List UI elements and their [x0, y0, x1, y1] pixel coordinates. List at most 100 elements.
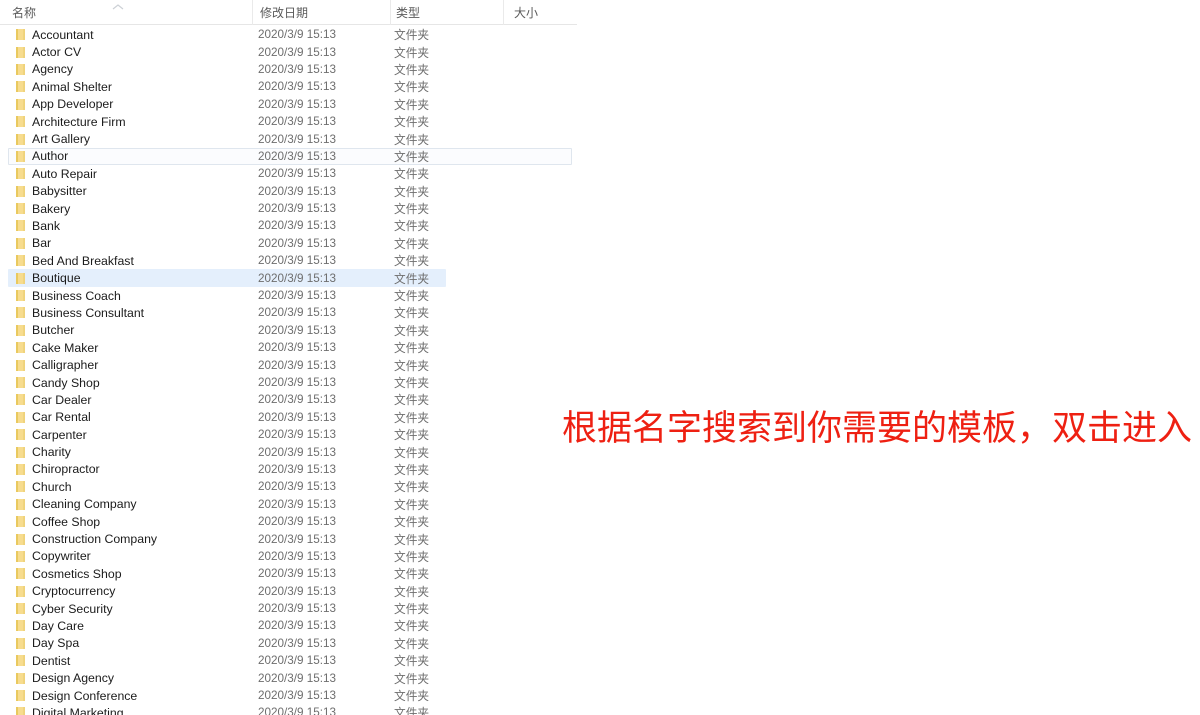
table-row[interactable]: Actor CV 2020/3/9 15:13 文件夹 [0, 43, 1200, 60]
table-row[interactable]: Copywriter 2020/3/9 15:13 文件夹 [0, 548, 1200, 565]
cell-name[interactable]: Art Gallery [16, 130, 252, 147]
cell-date-modified: 2020/3/9 15:13 [258, 28, 336, 42]
cell-name[interactable]: Chiropractor [16, 461, 252, 478]
cell-name[interactable]: Digital Marketing [16, 704, 252, 715]
cell-name[interactable]: Animal Shelter [16, 78, 252, 95]
table-row[interactable]: Art Gallery 2020/3/9 15:13 文件夹 [0, 130, 1200, 147]
table-row[interactable]: Business Coach 2020/3/9 15:13 文件夹 [0, 287, 1200, 304]
table-row[interactable]: Design Conference 2020/3/9 15:13 文件夹 [0, 687, 1200, 704]
table-row[interactable]: Construction Company 2020/3/9 15:13 文件夹 [0, 530, 1200, 547]
cell-name[interactable]: Architecture Firm [16, 113, 252, 130]
cell-name[interactable]: Calligrapher [16, 356, 252, 373]
cell-name[interactable]: Business Coach [16, 287, 252, 304]
file-list[interactable]: Accountant 2020/3/9 15:13 文件夹 Actor CV 2020/… [0, 26, 1200, 715]
table-row[interactable]: Architecture Firm 2020/3/9 15:13 文件夹 [0, 113, 1200, 130]
cell-name[interactable]: Design Conference [16, 687, 252, 704]
cell-name[interactable]: Bakery [16, 200, 252, 217]
table-row[interactable]: Cake Maker 2020/3/9 15:13 文件夹 [0, 339, 1200, 356]
cell-name[interactable]: Butcher [16, 322, 252, 339]
folder-name-label: Construction Company [32, 532, 158, 547]
column-header-size[interactable]: 大小 [503, 0, 577, 25]
folder-name-label: Animal Shelter [32, 79, 112, 94]
cell-name[interactable]: Candy Shop [16, 374, 252, 391]
table-row[interactable]: Bar 2020/3/9 15:13 文件夹 [0, 235, 1200, 252]
table-row[interactable]: Bakery 2020/3/9 15:13 文件夹 [0, 200, 1200, 217]
cell-name[interactable]: Cryptocurrency [16, 583, 252, 600]
folder-name-label: Author [32, 149, 69, 164]
folder-icon [16, 150, 25, 162]
cell-name[interactable]: Accountant [16, 26, 252, 43]
cell-type: 文件夹 [394, 168, 430, 182]
cell-name[interactable]: Babysitter [16, 183, 252, 200]
table-row[interactable]: Author 2020/3/9 15:13 文件夹 [0, 147, 1200, 166]
cell-name[interactable]: Bed And Breakfast [16, 252, 252, 269]
cell-name[interactable]: Cleaning Company [16, 496, 252, 513]
table-row[interactable]: Animal Shelter 2020/3/9 15:13 文件夹 [0, 78, 1200, 95]
cell-name[interactable]: Day Care [16, 617, 252, 634]
cell-date-modified: 2020/3/9 15:13 [258, 480, 336, 494]
cell-name[interactable]: Boutique [16, 269, 252, 286]
folder-name-label: Bank [32, 218, 61, 233]
cell-name[interactable]: Cake Maker [16, 339, 252, 356]
table-row[interactable]: App Developer 2020/3/9 15:13 文件夹 [0, 96, 1200, 113]
cell-name[interactable]: Coffee Shop [16, 513, 252, 530]
cell-name[interactable]: Church [16, 478, 252, 495]
cell-name[interactable]: Author [16, 148, 252, 165]
table-row[interactable]: Day Spa 2020/3/9 15:13 文件夹 [0, 635, 1200, 652]
folder-name-label: Babysitter [32, 184, 87, 199]
table-row[interactable]: Digital Marketing 2020/3/9 15:13 文件夹 [0, 704, 1200, 715]
folder-icon [16, 29, 25, 41]
cell-name[interactable]: Bank [16, 217, 252, 234]
cell-name[interactable]: Copywriter [16, 548, 252, 565]
table-row[interactable]: Chiropractor 2020/3/9 15:13 文件夹 [0, 461, 1200, 478]
cell-name[interactable]: Design Agency [16, 669, 252, 686]
table-row[interactable]: Bank 2020/3/9 15:13 文件夹 [0, 217, 1200, 234]
cell-name[interactable]: Car Dealer [16, 391, 252, 408]
table-row[interactable]: Auto Repair 2020/3/9 15:13 文件夹 [0, 165, 1200, 182]
table-row[interactable]: Candy Shop 2020/3/9 15:13 文件夹 [0, 374, 1200, 391]
table-row[interactable]: Babysitter 2020/3/9 15:13 文件夹 [0, 183, 1200, 200]
table-row[interactable]: Cyber Security 2020/3/9 15:13 文件夹 [0, 600, 1200, 617]
table-row[interactable]: Day Care 2020/3/9 15:13 文件夹 [0, 617, 1200, 634]
cell-name[interactable]: Cyber Security [16, 600, 252, 617]
cell-type: 文件夹 [394, 255, 430, 269]
cell-date-modified: 2020/3/9 15:13 [258, 671, 336, 685]
folder-icon [16, 255, 25, 267]
table-row[interactable]: Cleaning Company 2020/3/9 15:13 文件夹 [0, 496, 1200, 513]
cell-date-modified: 2020/3/9 15:13 [258, 323, 336, 337]
cell-name[interactable]: Construction Company [16, 530, 252, 547]
column-header-date-modified[interactable]: 修改日期 [252, 0, 390, 25]
column-header-name[interactable]: 名称 [0, 0, 252, 25]
table-row[interactable]: Butcher 2020/3/9 15:13 文件夹 [0, 322, 1200, 339]
cell-name[interactable]: Carpenter [16, 426, 252, 443]
column-header-type[interactable]: 类型 [390, 0, 503, 25]
cell-name[interactable]: Bar [16, 235, 252, 252]
table-row[interactable]: Business Consultant 2020/3/9 15:13 文件夹 [0, 304, 1200, 321]
cell-type: 文件夹 [394, 550, 430, 564]
cell-name[interactable]: App Developer [16, 96, 252, 113]
table-row[interactable]: Agency 2020/3/9 15:13 文件夹 [0, 61, 1200, 78]
cell-name[interactable]: Agency [16, 61, 252, 78]
cell-name[interactable]: Auto Repair [16, 165, 252, 182]
cell-name[interactable]: Charity [16, 443, 252, 460]
table-row[interactable]: Boutique 2020/3/9 15:13 文件夹 [0, 269, 1200, 287]
table-row[interactable]: Church 2020/3/9 15:13 文件夹 [0, 478, 1200, 495]
folder-icon [16, 463, 25, 475]
table-row[interactable]: Dentist 2020/3/9 15:13 文件夹 [0, 652, 1200, 669]
table-row[interactable]: Bed And Breakfast 2020/3/9 15:13 文件夹 [0, 252, 1200, 269]
cell-name[interactable]: Business Consultant [16, 304, 252, 321]
table-row[interactable]: Calligrapher 2020/3/9 15:13 文件夹 [0, 356, 1200, 373]
table-row[interactable]: Coffee Shop 2020/3/9 15:13 文件夹 [0, 513, 1200, 530]
table-row[interactable]: Cosmetics Shop 2020/3/9 15:13 文件夹 [0, 565, 1200, 582]
cell-name[interactable]: Cosmetics Shop [16, 565, 252, 582]
cell-name[interactable]: Actor CV [16, 43, 252, 60]
table-row[interactable]: Car Dealer 2020/3/9 15:13 文件夹 [0, 391, 1200, 408]
cell-name[interactable]: Car Rental [16, 409, 252, 426]
table-row[interactable]: Cryptocurrency 2020/3/9 15:13 文件夹 [0, 583, 1200, 600]
cell-date-modified: 2020/3/9 15:13 [258, 376, 336, 389]
cell-name[interactable]: Dentist [16, 652, 252, 669]
table-row[interactable]: Accountant 2020/3/9 15:13 文件夹 [0, 26, 1200, 43]
cell-name[interactable]: Day Spa [16, 635, 252, 652]
table-row[interactable]: Design Agency 2020/3/9 15:13 文件夹 [0, 669, 1200, 686]
cell-type: 文件夹 [394, 516, 430, 530]
